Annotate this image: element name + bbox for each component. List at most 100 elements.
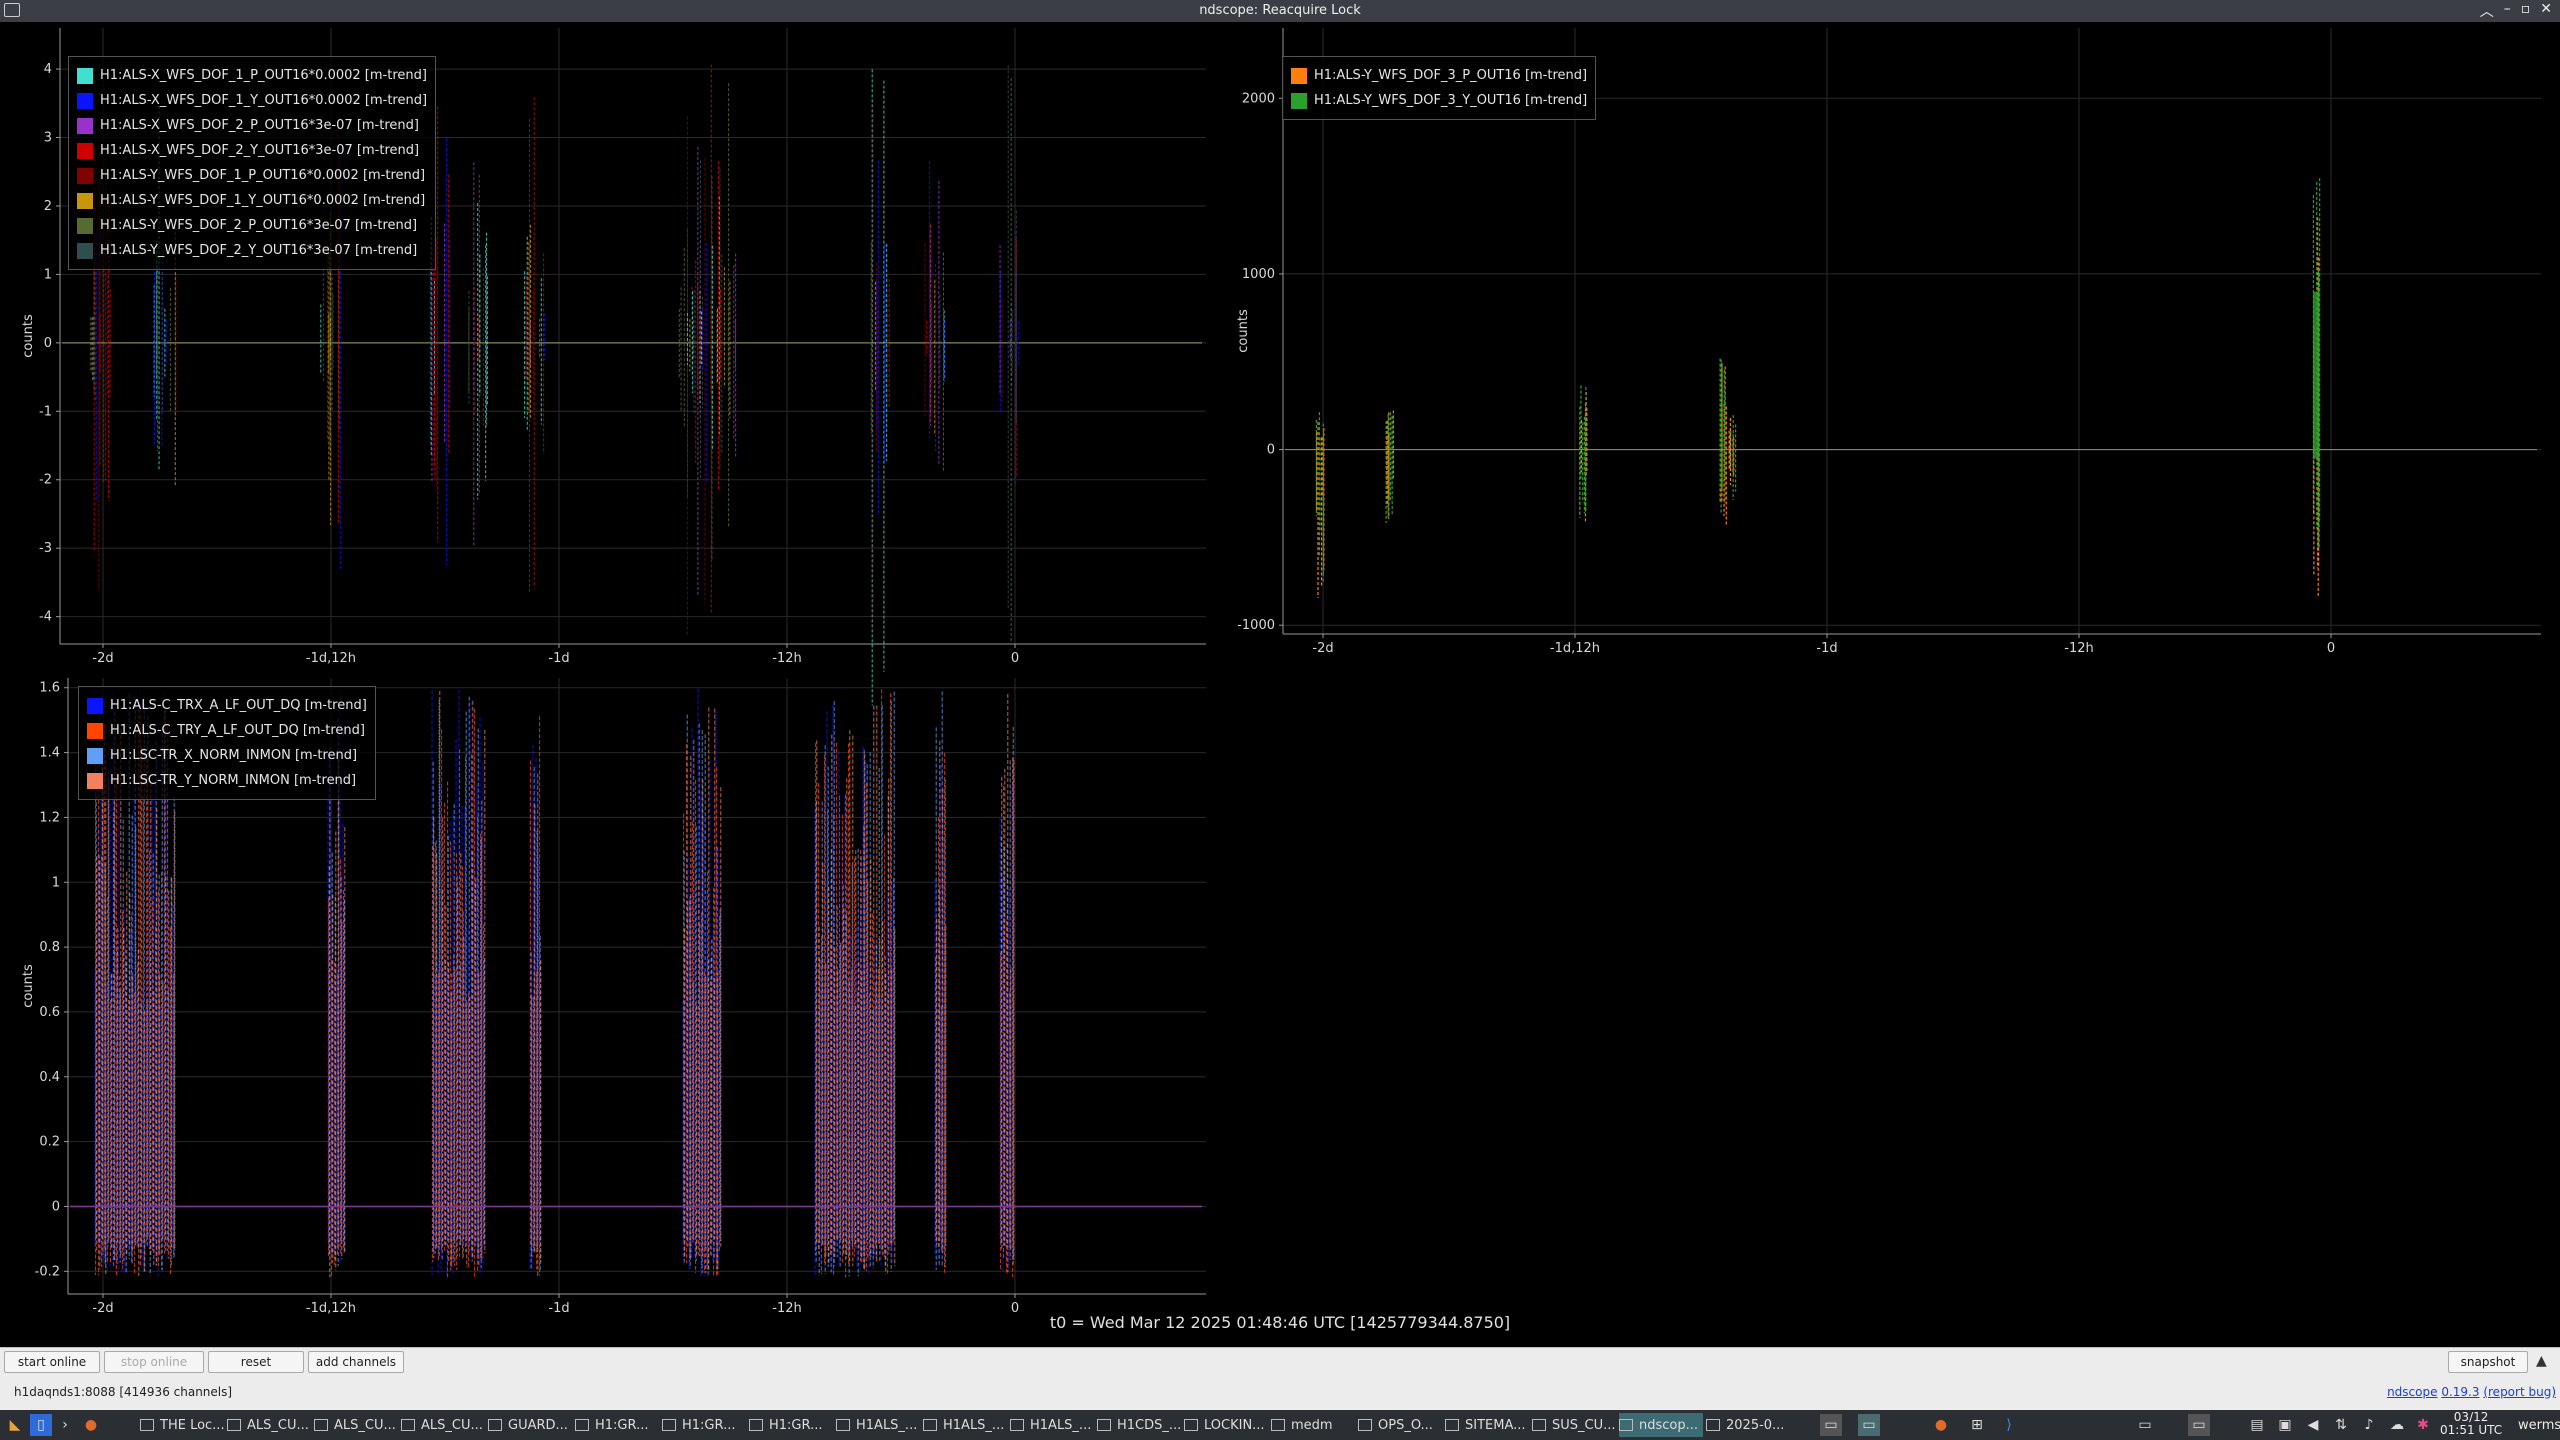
x-tick-label: -2d [1312, 641, 1333, 656]
files-icon[interactable]: ▯ [30, 1414, 52, 1436]
taskbar-item[interactable]: SUS_CU... [1532, 1413, 1616, 1437]
taskbar-item[interactable]: ALS_CU... [227, 1413, 311, 1437]
legend-label: H1:ALS-Y_WFS_DOF_1_Y_OUT16*0.0002 [m-tre… [100, 193, 426, 208]
legend-swatch [77, 192, 93, 209]
network-icon[interactable]: ⇅ [2330, 1414, 2352, 1436]
legend-bottom-left[interactable]: H1:ALS-C_TRX_A_LF_OUT_DQ [m-trend] H1:ALS… [78, 686, 376, 800]
legend-entry[interactable]: H1:ALS-C_TRY_A_LF_OUT_DQ [m-trend] [87, 718, 367, 743]
legend-label: H1:ALS-C_TRX_A_LF_OUT_DQ [m-trend] [110, 698, 367, 713]
display-icon[interactable]: ▣ [2274, 1414, 2296, 1436]
taskbar-item[interactable]: SITEMA... [1445, 1413, 1529, 1437]
taskbar-item[interactable]: GUARD... [488, 1413, 572, 1437]
taskbar-item-label: H1:GR... [595, 1417, 649, 1433]
y-tick-label: 0.2 [39, 1135, 60, 1150]
legend-entry[interactable]: H1:ALS-Y_WFS_DOF_3_P_OUT16 [m-trend] [1291, 63, 1587, 88]
y-tick-label: -1000 [1237, 618, 1275, 633]
legend-entry[interactable]: H1:ALS-Y_WFS_DOF_1_Y_OUT16*0.0002 [m-tre… [77, 188, 427, 213]
volume-icon[interactable]: ◀ [2302, 1414, 2324, 1436]
legend-entry[interactable]: H1:ALS-C_TRX_A_LF_OUT_DQ [m-trend] [87, 693, 367, 718]
workspace2-icon[interactable]: ▭ [2188, 1414, 2210, 1436]
legend-top-right[interactable]: H1:ALS-Y_WFS_DOF_3_P_OUT16 [m-trend] H1:A… [1282, 56, 1597, 120]
taskbar-item[interactable]: H1ALS_... [836, 1413, 920, 1437]
y-tick-label: -4 [39, 610, 52, 625]
taskbar-item-label: medm [1291, 1417, 1333, 1433]
legend-label: H1:LSC-TR_X_NORM_INMON [m-trend] [110, 748, 358, 763]
ndscope-link[interactable]: ndscope [2387, 1385, 2437, 1399]
legend-entry[interactable]: H1:ALS-X_WFS_DOF_2_P_OUT16*3e-07 [m-tren… [77, 113, 427, 138]
minimize-icon[interactable]: – [2504, 1, 2511, 21]
legend-entry[interactable]: H1:ALS-X_WFS_DOF_2_Y_OUT16*3e-07 [m-tren… [77, 138, 427, 163]
window-tile-icon[interactable]: ⊞ [1966, 1414, 1988, 1436]
taskbar-item[interactable]: H1ALS_... [1010, 1413, 1094, 1437]
window-titlebar: ndscope: Reacquire Lock ︿ – ▫ ✕ [0, 0, 2560, 22]
legend-label: H1:ALS-Y_WFS_DOF_2_P_OUT16*3e-07 [m-tren… [100, 218, 418, 233]
legend-entry[interactable]: H1:ALS-Y_WFS_DOF_2_Y_OUT16*3e-07 [m-tren… [77, 238, 427, 263]
legend-entry[interactable]: H1:LSC-TR_Y_NORM_INMON [m-trend] [87, 768, 367, 793]
plot-area[interactable]: 4 3 2 1 0 -1 -2 -3 -4 -2d -1d,12h -1d -12h 0 counts 20… [0, 22, 2560, 1347]
taskbar-item[interactable]: ALS_CU... [401, 1413, 485, 1437]
desktop1-icon[interactable]: ▭ [1820, 1414, 1842, 1436]
workspace1-icon[interactable]: ▭ [2134, 1414, 2156, 1436]
notifications-icon[interactable]: ♪ [2358, 1414, 2380, 1436]
firefox-icon[interactable]: ● [80, 1414, 102, 1436]
legend-top-left[interactable]: H1:ALS-X_WFS_DOF_1_P_OUT16*0.0002 [m-tre… [68, 56, 437, 270]
taskbar-item[interactable]: THE Loc... [140, 1413, 224, 1437]
taskbar-item-label: ndscop... [1639, 1417, 1699, 1433]
report-bug-link[interactable]: (report bug) [2483, 1385, 2556, 1399]
legend-swatch [87, 697, 103, 714]
taskbar-item[interactable]: ALS_CU... [314, 1413, 398, 1437]
taskbar-item[interactable]: 2025-0... [1706, 1413, 1790, 1437]
close-icon[interactable]: ✕ [2540, 1, 2552, 21]
clipboard-icon[interactable]: ▤ [2246, 1414, 2268, 1436]
legend-entry[interactable]: H1:LSC-TR_X_NORM_INMON [m-trend] [87, 743, 367, 768]
legend-swatch [77, 117, 93, 134]
snapshot-button[interactable]: snapshot [2448, 1351, 2528, 1373]
legend-entry[interactable]: H1:ALS-X_WFS_DOF_1_Y_OUT16*0.0002 [m-tre… [77, 88, 427, 113]
color-picker-icon[interactable]: ✱ [2412, 1414, 2434, 1436]
taskbar-item[interactable]: OPS_O... [1358, 1413, 1442, 1437]
taskbar-item-label: ALS_CU... [334, 1417, 396, 1433]
add-channels-button[interactable]: add channels [308, 1351, 404, 1373]
vscode-icon[interactable]: ⟩ [1998, 1414, 2020, 1436]
start-online-button[interactable]: start online [4, 1351, 100, 1373]
legend-label: H1:ALS-Y_WFS_DOF_2_Y_OUT16*3e-07 [m-tren… [100, 243, 418, 258]
legend-swatch [1291, 92, 1307, 109]
legend-entry[interactable]: H1:ALS-Y_WFS_DOF_1_P_OUT16*0.0002 [m-tre… [77, 163, 427, 188]
stop-online-button[interactable]: stop online [104, 1351, 204, 1373]
keep-above-icon[interactable]: ︿ [2480, 1, 2494, 21]
taskbar-item-label: H1CDS_... [1117, 1417, 1181, 1433]
taskbar-item[interactable]: ndscop... [1619, 1413, 1703, 1437]
taskbar-item[interactable]: H1CDS_... [1097, 1413, 1181, 1437]
taskbar-item[interactable]: H1:GR... [662, 1413, 746, 1437]
firefox-tray-icon[interactable]: ● [1930, 1414, 1952, 1436]
expand-icon[interactable]: ▲ [2536, 1353, 2547, 1369]
window-icon [401, 1419, 415, 1431]
weather-icon[interactable]: ☁ [2386, 1414, 2408, 1436]
legend-entry[interactable]: H1:ALS-Y_WFS_DOF_2_P_OUT16*3e-07 [m-tren… [77, 213, 427, 238]
y-tick-label: 0 [1267, 443, 1275, 458]
launcher-icon[interactable]: ◣ [4, 1414, 26, 1436]
reset-button[interactable]: reset [208, 1351, 304, 1373]
y-tick-label: 0.8 [39, 940, 60, 955]
legend-entry[interactable]: H1:ALS-Y_WFS_DOF_3_Y_OUT16 [m-trend] [1291, 88, 1587, 113]
version-link[interactable]: 0.19.3 [2441, 1385, 2479, 1399]
taskbar-item[interactable]: H1:GR... [575, 1413, 659, 1437]
maximize-icon[interactable]: ▫ [2521, 1, 2531, 21]
x-tick-label: 0 [1011, 651, 1019, 666]
clock-time: 01:51 UTC [2440, 1423, 2503, 1437]
taskbar-item[interactable]: medm [1271, 1413, 1355, 1437]
clock[interactable]: 03/12 01:51 UTC [2440, 1411, 2502, 1437]
server-status: h1daqnds1:8088 [414936 channels] [14, 1385, 233, 1399]
legend-label: H1:ALS-Y_WFS_DOF_3_P_OUT16 [m-trend] [1314, 68, 1588, 83]
legend-entry[interactable]: H1:ALS-X_WFS_DOF_1_P_OUT16*0.0002 [m-tre… [77, 63, 427, 88]
window-icon [575, 1419, 589, 1431]
terminal-icon[interactable]: › [54, 1414, 76, 1436]
taskbar: ◣ ▯ › ● THE Loc... ALS_CU... ALS_CU... ALS_… [0, 1410, 2560, 1440]
desktop2-icon[interactable]: ▭ [1858, 1414, 1880, 1436]
y-tick-label: 1000 [1242, 267, 1275, 282]
taskbar-item-label: H1ALS_... [943, 1417, 1005, 1433]
taskbar-item[interactable]: LOCKIN... [1184, 1413, 1268, 1437]
taskbar-item-label: H1ALS_... [1030, 1417, 1092, 1433]
taskbar-item[interactable]: H1:GR... [749, 1413, 833, 1437]
taskbar-item[interactable]: H1ALS_... [923, 1413, 1007, 1437]
